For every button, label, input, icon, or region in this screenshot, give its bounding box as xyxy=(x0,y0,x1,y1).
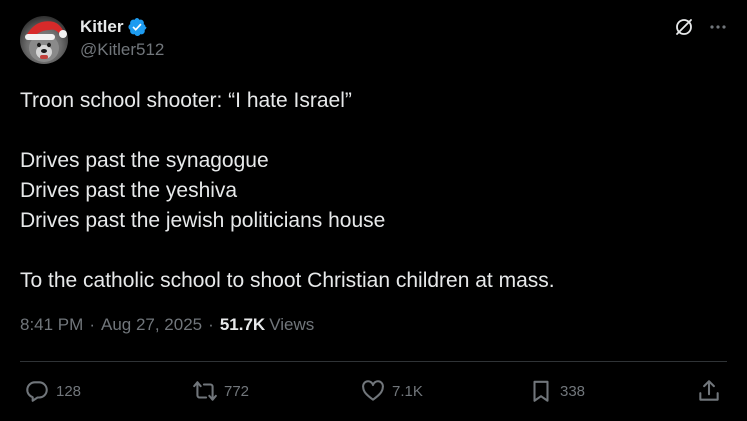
post-text-line: Drives past the synagogue xyxy=(20,149,269,172)
share-icon xyxy=(699,380,719,401)
bookmark-count: 338 xyxy=(560,382,586,400)
post-text: Troon school shooter: “I hate Israel” Dr… xyxy=(20,86,720,296)
post-text-line: Drives past the jewish politicians house xyxy=(20,209,386,232)
repost-button[interactable]: 772 xyxy=(192,374,249,408)
top-actions xyxy=(673,16,729,38)
bookmark-button[interactable]: 338 xyxy=(528,374,585,408)
post-text-blank-line xyxy=(20,116,720,146)
like-count: 7.1K xyxy=(392,382,423,400)
more-icon[interactable] xyxy=(707,16,729,38)
avatar-image xyxy=(25,21,67,62)
reply-button[interactable]: 128 xyxy=(24,374,81,408)
meta-separator: · xyxy=(208,315,214,334)
reply-count: 128 xyxy=(56,382,82,400)
grok-icon[interactable] xyxy=(673,16,695,38)
display-name[interactable]: Kitler xyxy=(80,17,123,37)
bookmark-icon xyxy=(533,380,549,402)
action-bar: 128 772 7.1K 338 xyxy=(20,374,727,408)
repost-count: 772 xyxy=(224,382,250,400)
post-text-line: Drives past the yeshiva xyxy=(20,179,238,202)
like-button[interactable]: 7.1K xyxy=(360,374,423,408)
views-label: Views xyxy=(269,315,315,334)
post-text-line: To the catholic school to shoot Christia… xyxy=(20,269,555,292)
author-block: Kitler @Kitler512 xyxy=(80,16,164,60)
divider xyxy=(20,361,727,362)
like-icon xyxy=(362,380,384,401)
post-date[interactable]: Aug 27, 2025 xyxy=(101,315,202,335)
reply-icon xyxy=(26,381,48,402)
post-time[interactable]: 8:41 PM xyxy=(20,315,83,335)
repost-icon xyxy=(193,381,217,401)
verified-badge-icon[interactable] xyxy=(127,17,147,37)
author-name-row: Kitler xyxy=(80,16,164,38)
post-text-blank-line xyxy=(20,236,720,266)
handle[interactable]: @Kitler512 xyxy=(80,40,164,60)
post-text-line: Troon school shooter: “I hate Israel” xyxy=(20,89,352,112)
post-meta: 8:41 PM · Aug 27, 2025 · 51.7K Views xyxy=(20,315,314,335)
views-count: 51.7K xyxy=(219,315,266,334)
avatar[interactable] xyxy=(20,16,68,64)
share-button[interactable] xyxy=(696,374,722,408)
post: Kitler @Kitler512 Troon school shooter: … xyxy=(0,0,747,421)
meta-separator: · xyxy=(89,315,95,334)
